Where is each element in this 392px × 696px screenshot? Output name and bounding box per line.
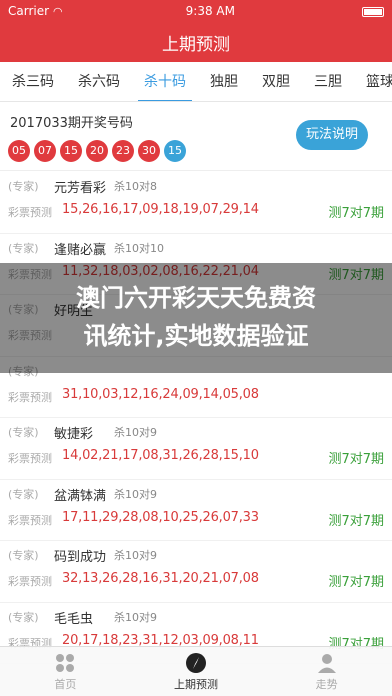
bottom-tab-label: 走势 [315, 677, 338, 691]
status-time: 9:38 AM [185, 4, 235, 18]
user-icon [316, 652, 338, 674]
ball-red: 30 [138, 140, 160, 162]
ball-blue: 15 [164, 140, 186, 162]
prediction-numbers: 14,02,21,17,08,31,26,28,15,10 [62, 448, 259, 463]
expert-tag: (专家) [8, 180, 39, 193]
expert-tag: (专家) [8, 487, 39, 501]
result-badge: 测7对7期 [328, 575, 384, 590]
list-item[interactable]: (专家) 元芳看彩 杀10对8 彩票预测 15,26,16,17,09,18,1… [0, 172, 392, 234]
battery-icon [358, 4, 384, 18]
prediction-list: (专家) 元芳看彩 杀10对8 彩票预测 15,26,16,17,09,18,1… [0, 172, 392, 664]
expert-tag: (专家) [8, 549, 39, 562]
ball-red: 15 [60, 140, 82, 162]
ball-red: 23 [112, 140, 134, 162]
result-badge: 测7对7期 [328, 452, 384, 467]
category-tabs: 杀三码 杀六码 杀十码 独胆 双胆 三胆 篮球杀 [0, 62, 392, 102]
prediction-label: 彩票预测 [8, 206, 52, 219]
list-item[interactable]: (专家) 码到成功 杀10对9 彩票预测 32,13,26,28,16,31,2… [0, 541, 392, 603]
bottom-tab-home[interactable]: 首页 [0, 647, 131, 696]
overlay-line-2: 讯统计,实地数据验证 [83, 322, 309, 350]
bottom-nav: 首页 上期预测 走势 [0, 646, 392, 696]
tab-kill-three[interactable]: 杀三码 [0, 62, 66, 101]
tab-basketball-kill[interactable]: 篮球杀 [354, 62, 392, 101]
bottom-tab-label: 首页 [54, 677, 77, 691]
expert-name: 敏捷彩 [54, 427, 94, 442]
status-bar: Carrier ◠ 9:38 AM [0, 0, 392, 22]
divider [0, 170, 392, 171]
expert-tag: (专家) [8, 241, 39, 255]
list-item[interactable]: (专家) 盆满钵满 杀10对9 彩票预测 17,11,29,28,08,10,2… [0, 480, 392, 541]
kill-record: 杀10对8 [114, 180, 157, 193]
bottom-tab-trend[interactable]: 走势 [261, 647, 392, 696]
ball-red: 05 [8, 140, 30, 162]
overlay-banner: 澳门六开彩天天免费资 讯统计,实地数据验证 [0, 263, 392, 373]
ball-red: 07 [34, 140, 56, 162]
tab-kill-six[interactable]: 杀六码 [66, 62, 132, 101]
prediction-numbers: 15,26,16,17,09,18,19,07,29,14 [62, 202, 259, 217]
expert-name: 元芳看彩 [54, 181, 107, 196]
nav-bar: 上期预测 [0, 22, 392, 62]
expert-name: 毛毛虫 [54, 611, 94, 627]
kill-record: 杀10对9 [114, 487, 157, 501]
tab-single-pick[interactable]: 独胆 [198, 62, 250, 101]
result-badge: 测7对7期 [328, 513, 384, 529]
kill-record: 杀10对9 [114, 426, 157, 439]
expert-name: 盆满钵满 [54, 488, 107, 504]
page-title: 上期预测 [162, 34, 230, 55]
tab-double-pick[interactable]: 双胆 [250, 62, 302, 101]
draw-numbers: 05 07 15 20 23 30 15 [8, 140, 186, 162]
tab-triple-pick[interactable]: 三胆 [302, 62, 354, 101]
kill-record: 杀10对9 [114, 610, 157, 624]
expert-tag: (专家) [8, 610, 39, 624]
carrier-label: Carrier ◠ [8, 4, 63, 18]
kill-record: 杀10对9 [114, 549, 157, 562]
expert-tag: (专家) [8, 426, 39, 439]
bottom-tab-prediction[interactable]: 上期预测 [131, 647, 262, 696]
overlay-line-1: 澳门六开彩天天免费资 [76, 284, 316, 312]
prediction-label: 彩票预测 [8, 452, 52, 465]
compass-icon [185, 652, 207, 674]
kill-record: 杀10对10 [114, 241, 164, 255]
prediction-numbers: 31,10,03,12,16,24,09,14,05,08 [62, 386, 259, 402]
grid-icon [54, 652, 76, 674]
list-item[interactable]: (专家) 敏捷彩 杀10对9 彩票预测 14,02,21,17,08,31,26… [0, 418, 392, 480]
bottom-tab-label: 上期预测 [174, 677, 218, 691]
result-badge: 测7对7期 [328, 206, 384, 221]
expert-name: 逢赌必赢 [54, 242, 107, 258]
prediction-label: 彩票预测 [8, 390, 52, 404]
prediction-numbers: 32,13,26,28,16,31,20,21,07,08 [62, 571, 259, 586]
ball-red: 20 [86, 140, 108, 162]
prediction-label: 彩票预测 [8, 575, 52, 588]
wifi-icon: ◠ [53, 5, 63, 18]
expert-name: 码到成功 [54, 550, 107, 565]
tab-kill-ten[interactable]: 杀十码 [132, 62, 198, 101]
draw-period-label: 2017033期开奖号码 [10, 116, 133, 131]
prediction-numbers: 17,11,29,28,08,10,25,26,07,33 [62, 509, 259, 525]
rules-button[interactable]: 玩法说明 [296, 120, 368, 150]
prediction-label: 彩票预测 [8, 513, 52, 527]
